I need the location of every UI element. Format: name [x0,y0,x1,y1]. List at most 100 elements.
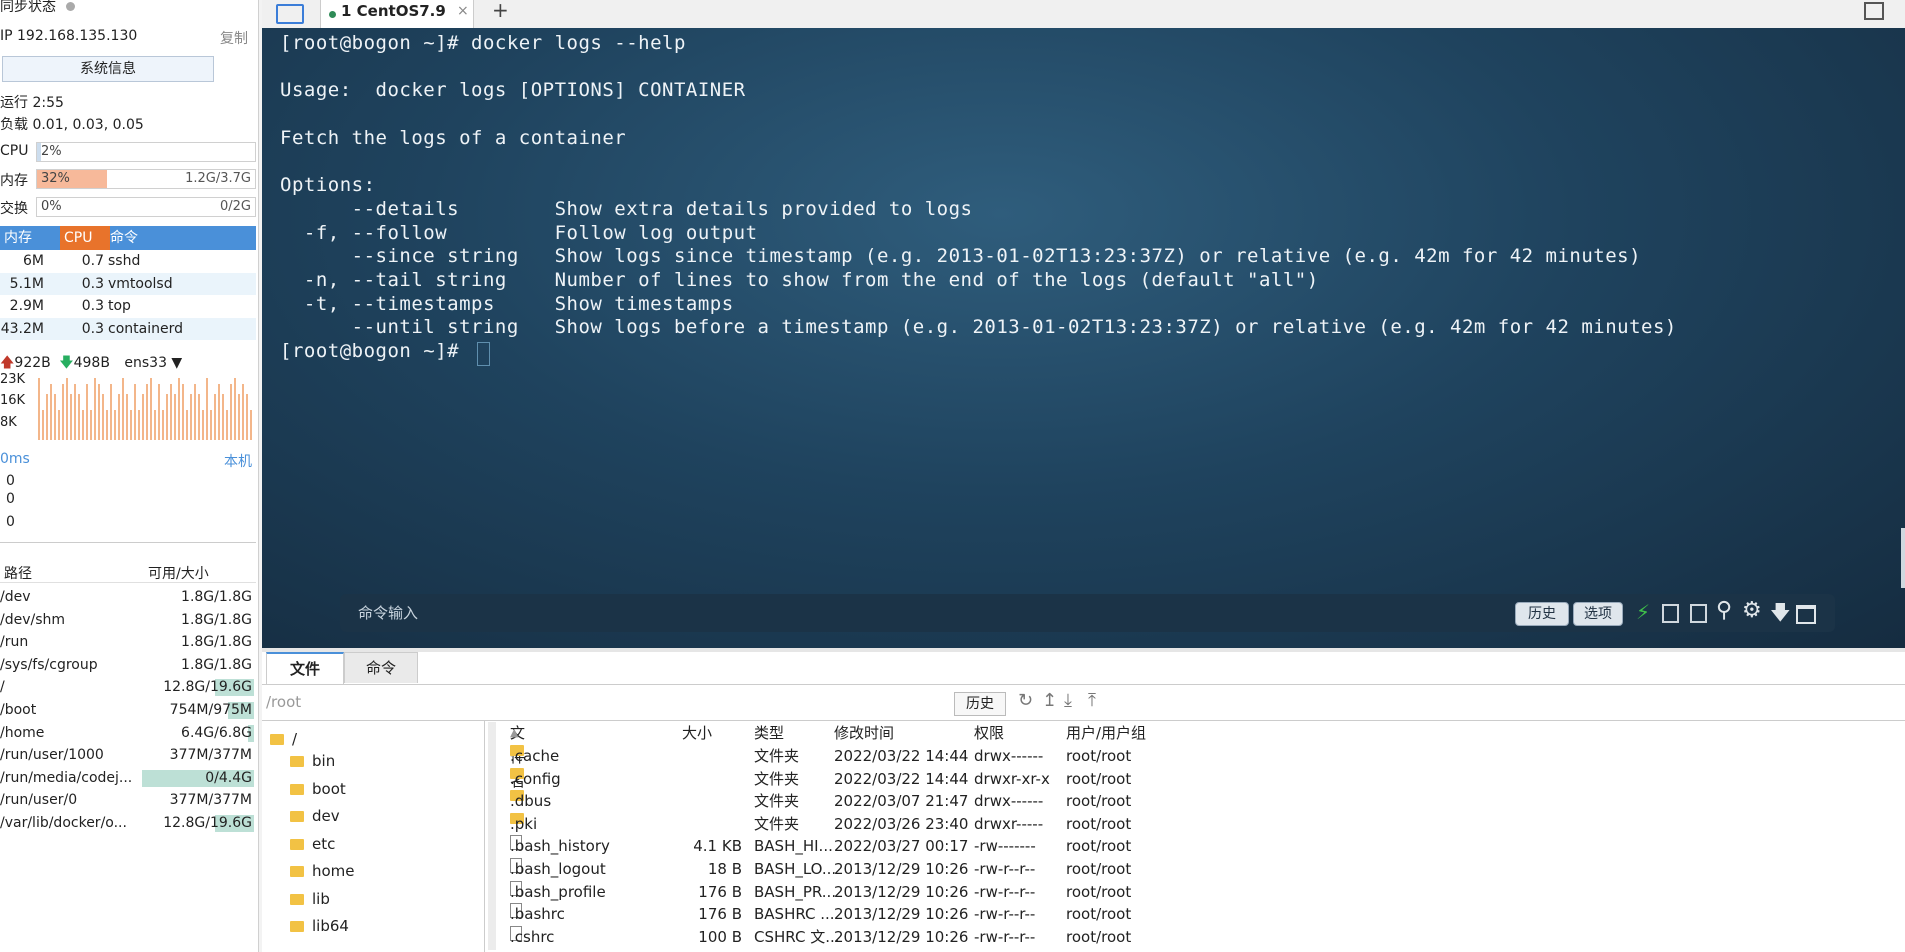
file-type: 文件夹 [754,747,800,765]
net-graph-bar [50,384,52,440]
process-row[interactable]: 43.2M 0.3 containerd [0,317,256,340]
net-graph-bar [138,410,140,440]
options-button[interactable]: 选项 [1573,602,1623,626]
swap-label: 交换 [0,201,28,217]
net-graph-bar [190,394,192,440]
process-row[interactable]: 2.9M 0.3 top [0,295,256,317]
tree-scrollbar[interactable] [488,722,496,950]
disk-row[interactable]: /boot 754M/975M [0,699,256,721]
proc-header-cmd[interactable]: 命令 [110,226,138,250]
terminal-area[interactable]: [root@bogon ~]# docker logs --help Usage:… [262,28,1905,648]
refresh-icon[interactable]: ↻ [1018,690,1033,711]
layout-grid-icon[interactable] [1864,2,1884,20]
command-input[interactable]: 命令输入 [358,594,418,632]
tree-item[interactable]: home [290,859,355,883]
disk-path: /dev/shm [0,611,66,628]
file-row[interactable]: .cache 文件夹 2022/03/22 14:44 drwx------ root/… [502,745,1652,768]
proc-header-mem[interactable]: 内存 [4,226,32,250]
file-row[interactable]: .bash_history 4.1 KB BASH_HI... 2022/03/27 … [502,835,1652,858]
tree-root[interactable]: / [270,727,297,751]
scroll-down-icon[interactable]: 🡇 [1770,598,1791,632]
file-type: BASH_LO... [754,860,837,878]
lightning-icon[interactable]: ⚡ [1636,600,1650,624]
file-manager: 文件 命令 /root 历史 ↻ ↥ ⤓ ⤒ / bin boot dev etc ho… [262,648,1905,952]
tab-centos[interactable]: 1 CentOS7.9 × [320,0,474,28]
disk-size: 12.8G/19.6G [163,679,252,696]
disk-size: 1.8G/1.8G [181,589,252,605]
tree-item[interactable]: lib [290,887,330,911]
path-input[interactable]: /root [266,690,956,714]
col-owner[interactable]: 用户/用户组 [1066,721,1146,745]
terminal-line: -f, --follow Follow log output [280,221,758,244]
tree-item[interactable]: boot [290,777,346,801]
process-cpu: 0.3 [81,320,104,337]
search-icon[interactable]: ⚲ [1716,598,1732,623]
disk-header-size[interactable]: 可用/大小 [148,563,209,583]
add-tab-button[interactable]: + [492,0,509,22]
process-row[interactable]: 5.1M 0.3 vmtoolsd [0,272,256,295]
folder-icon [290,811,304,822]
terminal-line: --until string Show logs before a timest… [280,316,1677,339]
terminal-line: Fetch the logs of a container [280,126,627,149]
col-type[interactable]: 类型 [754,721,784,745]
disk-row[interactable]: /home 6.4G/6.8G [0,722,256,744]
file-row[interactable]: .dbus 文件夹 2022/03/07 21:47 drwx------ root/r… [502,790,1652,813]
net-graph-bar [54,394,56,440]
file-perm: -rw-r--r-- [974,882,1036,901]
disk-row[interactable]: /sys/fs/cgroup 1.8G/1.8G [0,654,256,676]
upload-icon[interactable]: ⤒ [1088,690,1096,711]
gear-icon[interactable]: ⚙ [1742,598,1762,623]
tree-item[interactable]: lib64 [290,914,349,938]
col-perm[interactable]: 权限 [974,721,1004,745]
file-row[interactable]: .bash_profile 176 B BASH_PR... 2013/12/29 1… [502,880,1652,904]
tree-item[interactable]: dev [290,804,340,828]
disk-row[interactable]: /run/user/1000 377M/377M [0,744,256,766]
file-owner: root/root [1066,769,1132,788]
file-row[interactable]: .bashrc 176 B BASHRC ... 2013/12/29 10:26 -r… [502,903,1652,926]
disk-row[interactable]: /run/media/codej... 0/4.4G [0,767,256,789]
tab-files[interactable]: 文件 [266,652,344,684]
disk-row[interactable]: /var/lib/docker/o... 12.8G/19.6G [0,812,256,834]
splitter[interactable] [262,648,1905,652]
file-row[interactable]: .config 文件夹 2022/03/22 14:44 drwxr-xr-x root… [502,767,1652,791]
folder-open-icon[interactable] [276,4,304,24]
net-graph-bar [210,410,212,440]
paste-icon[interactable] [1690,604,1707,623]
tree-item[interactable]: etc [290,832,335,856]
file-row[interactable]: .cshrc 100 B CSHRC 文... 2013/12/29 10:26 -rw… [502,925,1652,949]
tree-item[interactable]: bin [290,749,335,773]
disk-row[interactable]: /run 1.8G/1.8G [0,631,256,653]
disk-row[interactable]: / 12.8G/19.6G [0,676,256,698]
tab-commands[interactable]: 命令 [344,652,418,683]
file-row[interactable]: .pki 文件夹 2022/03/26 23:40 drwxr----- root/ro… [502,812,1652,836]
net-graph-bar [66,378,68,440]
download-icon[interactable]: ⤓ [1064,690,1072,711]
net-interface-select[interactable]: ens33 [124,355,167,371]
net-graph-bar [250,410,252,440]
process-row[interactable]: 6M 0.7 sshd [0,250,256,272]
proc-header-cpu[interactable]: CPU [60,226,110,250]
disk-row[interactable]: /dev/shm 1.8G/1.8G [0,609,256,631]
parent-dir-icon[interactable]: ↥ [1042,690,1057,711]
path-history-button[interactable]: 历史 [954,692,1006,716]
latency-host[interactable]: 本机 [224,451,252,471]
latency-value-1: 0 [6,473,15,489]
scrollbar-handle[interactable] [1901,528,1905,588]
net-graph-bar [214,394,216,440]
disk-header-path[interactable]: 路径 [4,563,32,583]
chevron-down-icon[interactable]: ▼ [167,355,182,371]
col-size[interactable]: 大小 [682,721,712,745]
disk-row[interactable]: /dev 1.8G/1.8G [0,586,256,608]
maximize-icon[interactable] [1796,605,1816,624]
net-graph-bar [110,384,112,440]
copy-ip-button[interactable]: 复制 [220,28,248,48]
net-graph-bar [86,384,88,440]
copy-icon[interactable] [1662,604,1679,623]
col-mtime[interactable]: 修改时间 [834,721,894,745]
file-mtime: 2022/03/27 00:17 [834,837,969,856]
file-row[interactable]: .bash_logout 18 B BASH_LO... 2013/12/29 10:… [502,858,1652,881]
history-button[interactable]: 历史 [1515,602,1569,626]
disk-row[interactable]: /run/user/0 377M/377M [0,789,256,811]
close-icon[interactable]: × [457,0,469,22]
system-info-button[interactable]: 系统信息 [2,56,214,82]
